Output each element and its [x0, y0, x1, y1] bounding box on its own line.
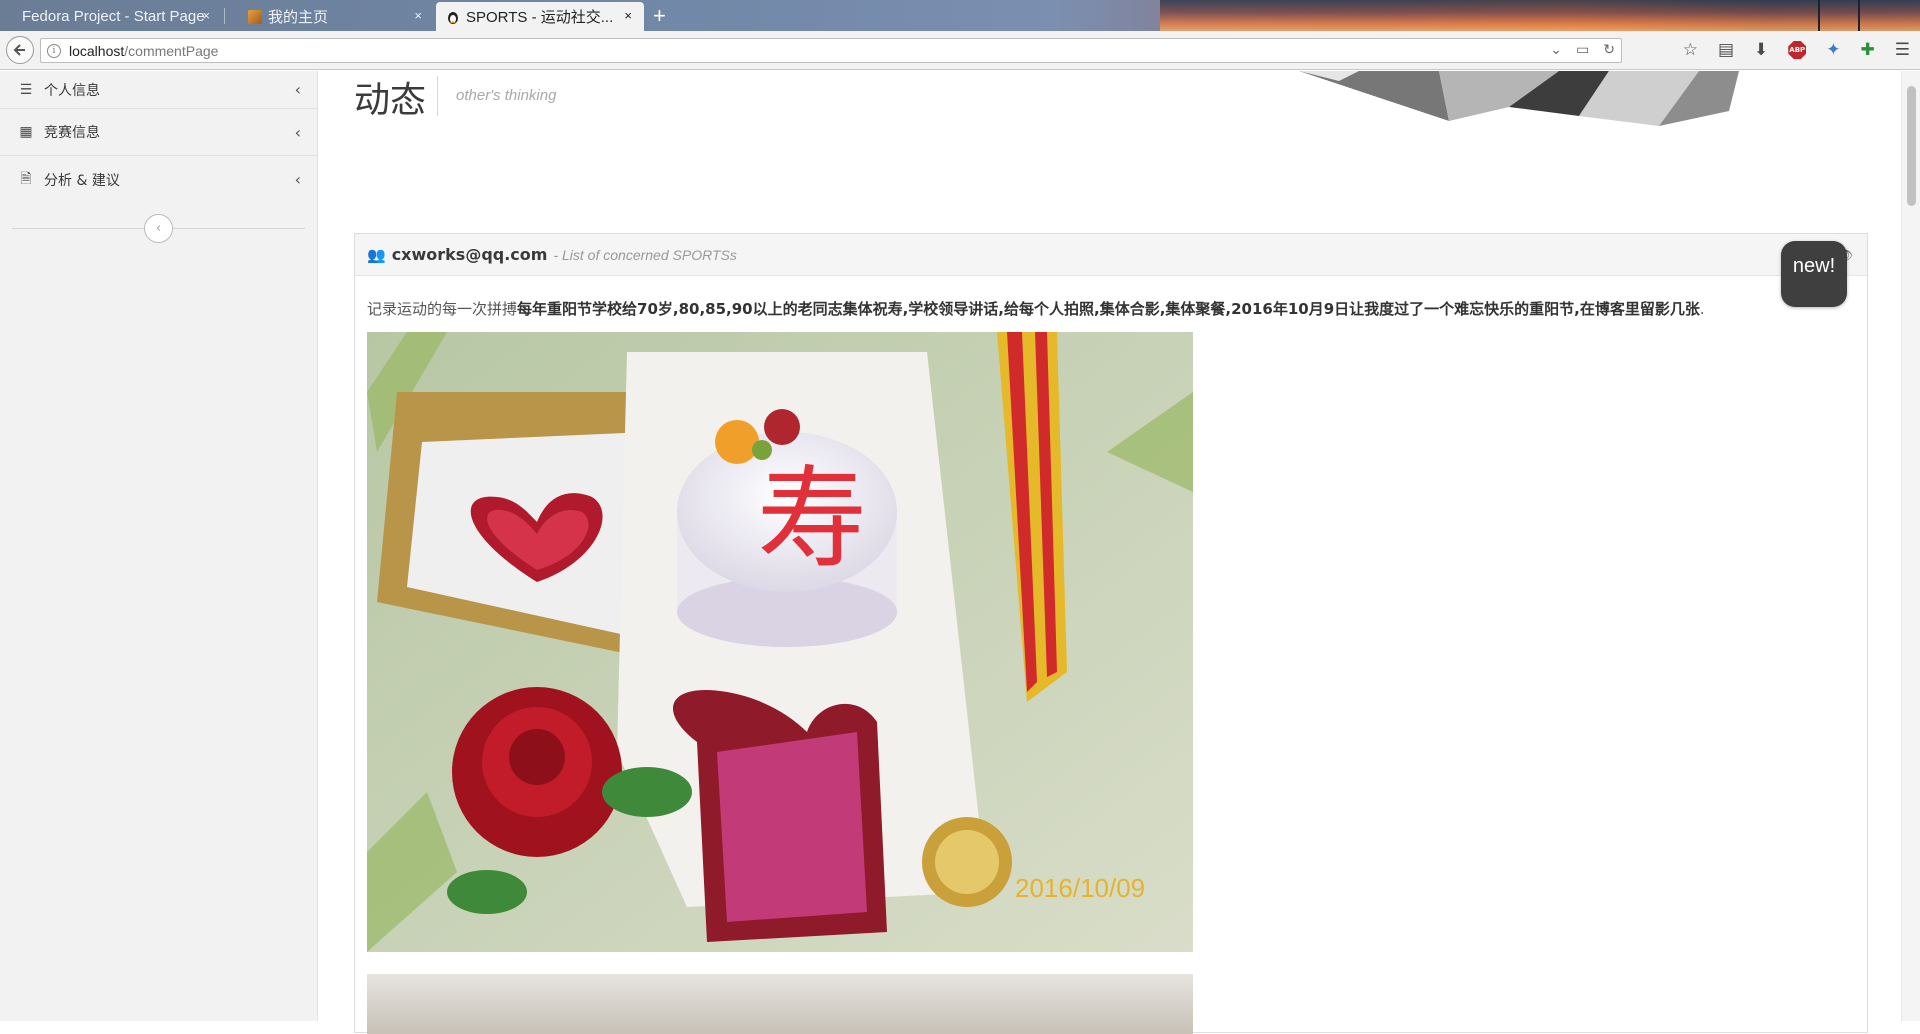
tab-separator: [224, 8, 225, 24]
download-icon[interactable]: ⬇: [1754, 40, 1768, 60]
extension-icon[interactable]: ✦: [1826, 40, 1840, 60]
browser-tab-bar: Fedora Project - Start Page × 我的主页 × SPO…: [0, 0, 1920, 31]
menu-icon[interactable]: ☰: [1895, 40, 1910, 60]
background-mast: [1818, 0, 1820, 31]
photo-char: 寿: [757, 455, 867, 583]
post-panel: 👥 cxworks@qq.com - List of concerned SPO…: [354, 233, 1868, 1034]
page-title: 动态: [354, 80, 427, 121]
url-path: /commentPage: [124, 42, 219, 59]
bookmark-star-icon[interactable]: ☆: [1683, 40, 1698, 60]
favicon-icon: [248, 9, 262, 24]
chevron-left-icon: ‹: [294, 80, 301, 99]
colorful-extension-icon[interactable]: ✚: [1861, 40, 1875, 60]
post-header: 👥 cxworks@qq.com - List of concerned SPO…: [355, 234, 1867, 276]
scrollbar-thumb[interactable]: [1907, 86, 1916, 206]
browser-tab-home[interactable]: 我的主页 ×: [226, 2, 434, 31]
reader-view-icon[interactable]: ▭: [1576, 42, 1589, 58]
post-end: .: [1699, 300, 1705, 318]
new-notification-bubble[interactable]: new!: [1781, 241, 1847, 307]
close-tab-icon[interactable]: ×: [414, 8, 422, 23]
page-scrollbar[interactable]: [1901, 71, 1920, 1021]
sidebar-item-personal-info[interactable]: ☰ 个人信息 ‹: [0, 71, 317, 109]
list-icon: ☰: [19, 81, 33, 98]
chevron-left-icon: ‹: [294, 170, 301, 189]
browser-tab-sports[interactable]: SPORTS - 运动社交... ×: [436, 2, 644, 31]
adblock-icon[interactable]: ABP: [1788, 41, 1807, 59]
tab-bar-background: [1160, 0, 1920, 31]
tab-label: SPORTS - 运动社交...: [466, 9, 614, 26]
page-content: ☰ 个人信息 ‹ ▦ 竞赛信息 ‹ 🗎 分析 & 建议 ‹ ‹ 动态 other…: [0, 71, 1920, 1034]
document-icon: 🗎: [20, 170, 32, 187]
photo-illustration: 寿 2016/10/09: [367, 332, 1193, 952]
url-host: localhost: [69, 42, 125, 59]
grid-icon: ▦: [19, 124, 33, 140]
tux-favicon-icon: [446, 10, 460, 24]
post-body: 每年重阳节学校给70岁,80,85,90以上的老同志集体祝寿,学校领导讲话,给每…: [517, 300, 1700, 318]
sidebar-item-label: 个人信息: [44, 82, 100, 99]
library-icon[interactable]: ▤: [1718, 40, 1734, 60]
title-divider: [437, 76, 438, 116]
post-author[interactable]: cxworks@qq.com: [392, 245, 548, 264]
sidebar-item-analysis[interactable]: 🗎 分析 & 建议 ‹: [0, 156, 317, 203]
post-photo-second[interactable]: [367, 974, 1193, 1034]
sidebar-item-label: 竞赛信息: [44, 125, 100, 141]
post-photo[interactable]: 寿 2016/10/09: [367, 332, 1193, 952]
chevron-left-icon: ‹: [294, 122, 301, 142]
close-tab-icon[interactable]: ×: [624, 8, 632, 23]
sidebar-item-label: 分析 & 建议: [44, 172, 120, 189]
tab-label: Fedora Project - Start Page: [22, 8, 205, 25]
sidebar-collapse-row: ‹: [0, 203, 317, 253]
close-tab-icon[interactable]: ×: [202, 8, 210, 23]
decorative-polygons: [1299, 71, 1739, 126]
address-bar[interactable]: i localhost/commentPage ⌄ ▭ ↻: [40, 38, 1622, 63]
toolbar-buttons: ☆ ▤ ⬇ ABP ✦ ✚ ☰: [1683, 40, 1910, 60]
sidebar-collapse-button[interactable]: ‹: [144, 214, 173, 243]
reload-icon[interactable]: ↻: [1603, 42, 1615, 58]
arrow-left-icon: [13, 44, 25, 56]
back-button[interactable]: [6, 36, 34, 64]
browser-tab-fedora[interactable]: Fedora Project - Start Page ×: [0, 2, 222, 31]
sidebar: ☰ 个人信息 ‹ ▦ 竞赛信息 ‹ 🗎 分析 & 建议 ‹ ‹: [0, 71, 318, 1021]
page-subtitle: other's thinking: [456, 87, 557, 104]
sidebar-item-competition-info[interactable]: ▦ 竞赛信息 ‹: [0, 109, 317, 156]
browser-nav-bar: i localhost/commentPage ⌄ ▭ ↻ ☆ ▤ ⬇ ABP …: [0, 31, 1920, 70]
users-icon: 👥: [367, 245, 386, 264]
new-tab-button[interactable]: +: [653, 3, 666, 29]
photo-date: 2016/10/09: [1015, 873, 1145, 903]
info-icon[interactable]: i: [47, 43, 61, 58]
background-mast: [1858, 0, 1860, 31]
post-text: 记录运动的每一次拼搏每年重阳节学校给70岁,80,85,90以上的老同志集体祝寿…: [367, 298, 1705, 319]
tab-label: 我的主页: [268, 9, 329, 26]
dropdown-icon[interactable]: ⌄: [1550, 42, 1562, 58]
post-intro: 记录运动的每一次拼搏: [367, 300, 518, 318]
post-author-subtitle: - List of concerned SPORTSs: [553, 246, 737, 263]
main-content: 动态 other's thinking 👥 cxworks@qq.com - L…: [319, 71, 1901, 1034]
